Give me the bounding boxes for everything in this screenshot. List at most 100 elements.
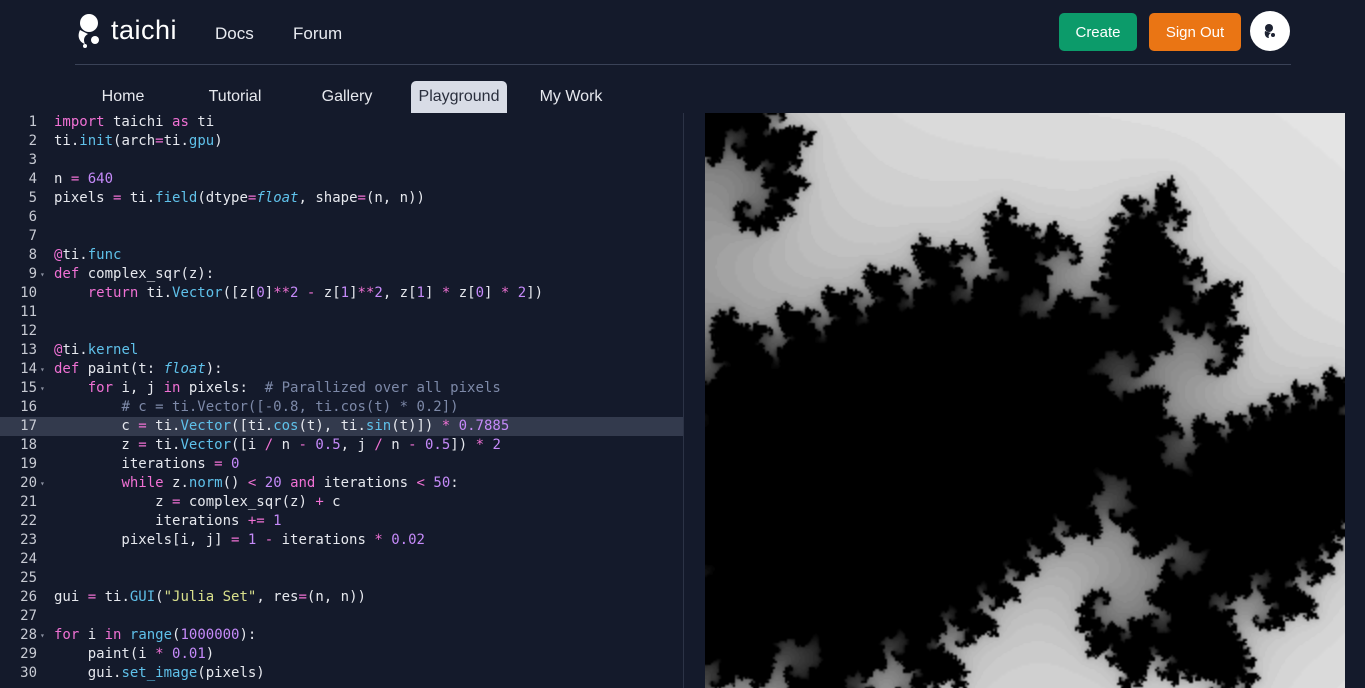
line-number: 15 <box>20 380 37 396</box>
code-line[interactable]: 11 <box>0 303 683 322</box>
line-number: 19 <box>20 456 37 472</box>
code-line[interactable]: 5 pixels = ti.field(dtype=float, shape=(n… <box>0 189 683 208</box>
line-number: 13 <box>20 342 37 358</box>
fold-arrow-icon[interactable]: ▾ <box>40 265 45 284</box>
code-text: c = ti.Vector([ti.cos(t), ti.sin(t)]) * … <box>54 418 510 434</box>
line-number: 16 <box>20 399 37 415</box>
line-number: 30 <box>20 665 37 681</box>
line-number: 9 <box>28 266 37 282</box>
code-text: def complex_sqr(z): <box>54 266 215 282</box>
line-number: 12 <box>20 323 37 339</box>
taichi-logo[interactable]: taichi <box>75 12 177 48</box>
nav-forum-link[interactable]: Forum <box>293 24 342 44</box>
code-line[interactable]: 10 return ti.Vector([z[0]**2 - z[1]**2, … <box>0 284 683 303</box>
code-text: gui.set_image(pixels) <box>54 665 265 681</box>
code-text: for i, j in pixels: # Parallized over al… <box>87 380 501 396</box>
header-divider <box>75 64 1291 65</box>
julia-set-image <box>705 113 1345 688</box>
line-number: 10 <box>20 285 37 301</box>
fold-arrow-icon[interactable]: ▾ <box>40 474 45 493</box>
code-text: iterations += 1 <box>54 513 282 529</box>
code-line[interactable]: 19 iterations = 0 <box>0 455 683 474</box>
section-tabs: Home Tutorial Gallery Playground My Work <box>0 81 1365 113</box>
create-button[interactable]: Create <box>1059 13 1137 51</box>
line-number: 26 <box>20 589 37 605</box>
tab-gallery[interactable]: Gallery <box>313 81 381 113</box>
code-text: # c = ti.Vector([-0.8, ti.cos(t) * 0.2]) <box>121 399 459 415</box>
code-text: import taichi as ti <box>54 114 215 130</box>
code-line[interactable]: 12 <box>0 322 683 341</box>
code-line[interactable]: 8 @ti.func <box>0 246 683 265</box>
tab-tutorial[interactable]: Tutorial <box>200 81 270 113</box>
code-line[interactable]: 20 ▾ while z.norm() < 20 and iterations <… <box>0 474 683 493</box>
code-line[interactable]: 15 ▾ for i, j in pixels: # Parallized ove… <box>0 379 683 398</box>
code-line[interactable]: 29 paint(i * 0.01) <box>0 645 683 664</box>
line-number: 25 <box>20 570 37 586</box>
line-number: 29 <box>20 646 37 662</box>
code-line[interactable]: 23 pixels[i, j] = 1 - iterations * 0.02 <box>0 531 683 550</box>
code-text: ti.init(arch=ti.gpu) <box>54 133 223 149</box>
code-line[interactable]: 1 import taichi as ti <box>0 113 683 132</box>
line-number: 27 <box>20 608 37 624</box>
logo-text: taichi <box>111 14 178 45</box>
code-editor[interactable]: 1 import taichi as ti 2 ti.init(arch=ti.gpu… <box>0 113 684 688</box>
code-text: pixels[i, j] = 1 - iterations * 0.02 <box>54 532 425 548</box>
code-text: @ti.kernel <box>54 342 139 358</box>
tab-playground[interactable]: Playground <box>411 81 507 113</box>
user-avatar[interactable] <box>1250 11 1290 51</box>
code-line[interactable]: 13 @ti.kernel <box>0 341 683 360</box>
code-line[interactable]: 21 z = complex_sqr(z) + c <box>0 493 683 512</box>
code-line[interactable]: 2 ti.init(arch=ti.gpu) <box>0 132 683 151</box>
code-text: paint(i * 0.01) <box>54 646 215 662</box>
render-output-canvas[interactable] <box>705 113 1345 688</box>
line-number: 23 <box>20 532 37 548</box>
code-line[interactable]: 4 n = 640 <box>0 170 683 189</box>
code-line[interactable]: 3 <box>0 151 683 170</box>
code-line[interactable]: 30 gui.set_image(pixels) <box>0 664 683 683</box>
line-number: 18 <box>20 437 37 453</box>
line-number: 2 <box>28 133 37 149</box>
code-text: n = 640 <box>54 171 114 187</box>
code-line[interactable]: 18 z = ti.Vector([i / n - 0.5, j / n - 0… <box>0 436 683 455</box>
tab-my-work[interactable]: My Work <box>531 81 611 113</box>
line-number: 28 <box>20 627 37 643</box>
code-line[interactable]: 14 ▾ def paint(t: float): <box>0 360 683 379</box>
line-number: 3 <box>28 152 37 168</box>
line-number: 8 <box>28 247 37 263</box>
line-number: 1 <box>28 114 37 130</box>
nav-docs-link[interactable]: Docs <box>215 24 254 44</box>
line-number: 14 <box>20 361 37 377</box>
code-line[interactable]: 27 <box>0 607 683 626</box>
line-number: 21 <box>20 494 37 510</box>
code-text: z = ti.Vector([i / n - 0.5, j / n - 0.5]… <box>54 437 501 453</box>
avatar-icon <box>1264 24 1275 38</box>
code-line[interactable]: 17 c = ti.Vector([ti.cos(t), ti.sin(t)])… <box>0 417 683 436</box>
taichi-logo-icon <box>78 14 99 48</box>
fold-arrow-icon[interactable]: ▾ <box>40 379 45 398</box>
line-number: 17 <box>20 418 37 434</box>
top-navbar: taichi Docs Forum Create Sign Out <box>0 0 1365 64</box>
code-line[interactable]: 7 <box>0 227 683 246</box>
code-line[interactable]: 9 ▾ def complex_sqr(z): <box>0 265 683 284</box>
code-line[interactable]: 16 # c = ti.Vector([-0.8, ti.cos(t) * 0.… <box>0 398 683 417</box>
line-number: 7 <box>28 228 37 244</box>
fold-arrow-icon[interactable]: ▾ <box>40 360 45 379</box>
code-line[interactable]: 26 gui = ti.GUI("Julia Set", res=(n, n)) <box>0 588 683 607</box>
sign-out-button[interactable]: Sign Out <box>1149 13 1241 51</box>
code-text: z = complex_sqr(z) + c <box>54 494 341 510</box>
code-text: pixels = ti.field(dtype=float, shape=(n,… <box>54 190 425 206</box>
code-line[interactable]: 6 <box>0 208 683 227</box>
line-number: 5 <box>28 190 37 206</box>
code-line[interactable]: 28 ▾ for i in range(1000000): <box>0 626 683 645</box>
fold-arrow-icon[interactable]: ▾ <box>40 626 45 645</box>
code-text: while z.norm() < 20 and iterations < 50: <box>121 475 459 491</box>
code-text: @ti.func <box>54 247 122 263</box>
tab-home[interactable]: Home <box>92 81 154 113</box>
code-line[interactable]: 24 <box>0 550 683 569</box>
line-number: 20 <box>20 475 37 491</box>
line-number: 4 <box>28 171 37 187</box>
code-line[interactable]: 22 iterations += 1 <box>0 512 683 531</box>
code-text: iterations = 0 <box>54 456 240 472</box>
line-number: 24 <box>20 551 37 567</box>
code-line[interactable]: 25 <box>0 569 683 588</box>
